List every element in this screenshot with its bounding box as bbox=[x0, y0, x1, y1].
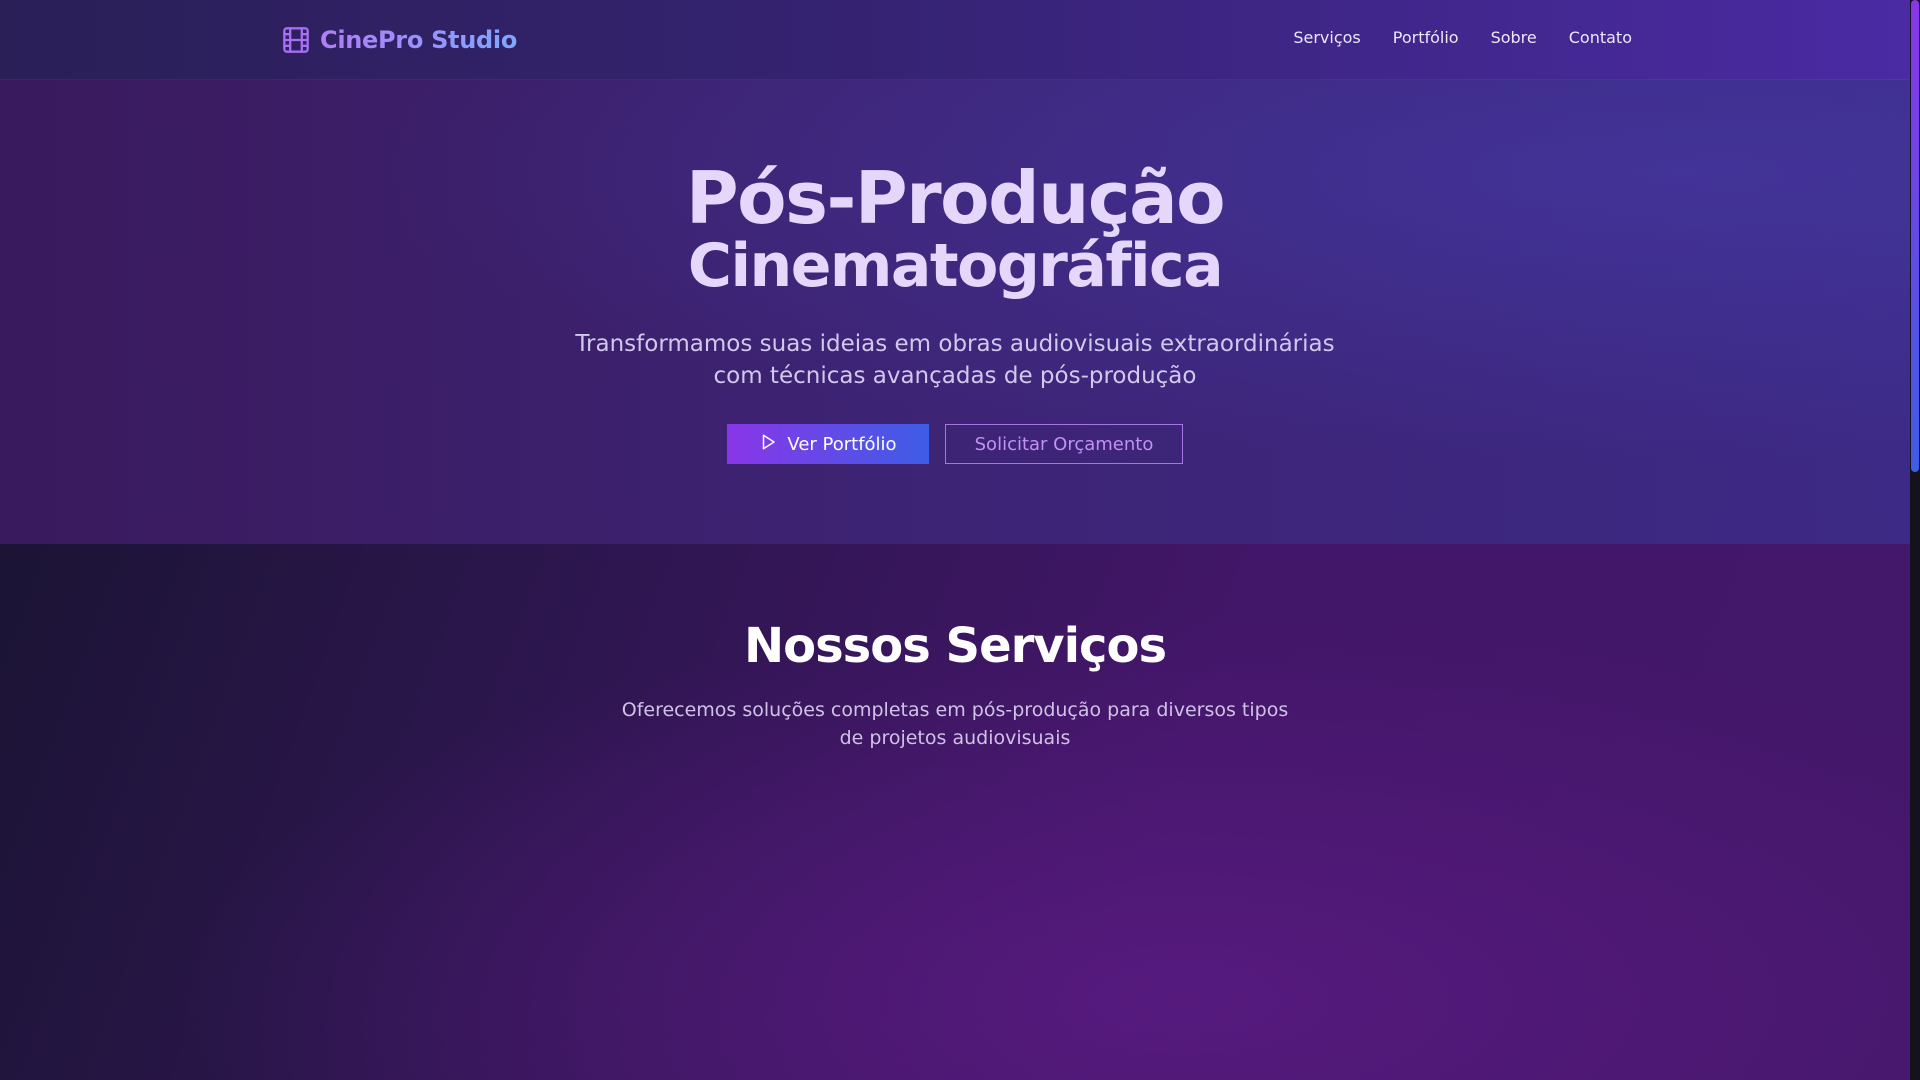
nav-link-portfolio[interactable]: Portfólio bbox=[1393, 28, 1459, 47]
hero-title-line2: Cinematográfica bbox=[687, 231, 1224, 301]
view-portfolio-button[interactable]: Ver Portfólio bbox=[727, 424, 929, 464]
hero-title-line1: Pós-Produção bbox=[685, 156, 1226, 240]
hero-subtitle-line1: Transformamos suas ideias em obras audio… bbox=[575, 331, 1335, 357]
page-scrollbar[interactable] bbox=[1910, 0, 1920, 1080]
hero-subtitle: Transformamos suas ideias em obras audio… bbox=[0, 328, 1910, 392]
hero-title: Pós-Produção Cinematográfica bbox=[0, 156, 1910, 300]
nav-link-about[interactable]: Sobre bbox=[1491, 28, 1537, 47]
scrollbar-thumb[interactable] bbox=[1911, 0, 1919, 472]
nav-link-services[interactable]: Serviços bbox=[1293, 28, 1360, 47]
request-quote-button[interactable]: Solicitar Orçamento bbox=[945, 424, 1183, 464]
hero-subtitle-line2: com técnicas avançadas de pós-produção bbox=[713, 363, 1197, 389]
page: CinePro Studio Serviços Portfólio Sobre … bbox=[0, 0, 1920, 1080]
film-icon bbox=[282, 26, 310, 54]
services-subtitle-line1: Oferecemos soluções completas em pós-pro… bbox=[621, 699, 1289, 721]
main-nav: Serviços Portfólio Sobre Contato bbox=[1293, 28, 1632, 47]
brand-name: CinePro Studio bbox=[320, 26, 518, 54]
hero-actions: Ver Portfólio Solicitar Orçamento bbox=[0, 424, 1910, 464]
site-header: CinePro Studio Serviços Portfólio Sobre … bbox=[0, 0, 1910, 80]
services-subtitle-line2: de projetos audiovisuais bbox=[839, 727, 1071, 749]
services-subtitle: Oferecemos soluções completas em pós-pro… bbox=[0, 696, 1910, 752]
brand-logo[interactable]: CinePro Studio bbox=[282, 24, 517, 56]
view-portfolio-label: Ver Portfólio bbox=[787, 433, 897, 455]
nav-link-contact[interactable]: Contato bbox=[1569, 28, 1632, 47]
services-section: Nossos Serviços Oferecemos soluções comp… bbox=[0, 544, 1910, 1080]
hero-section: Pós-Produção Cinematográfica Transformam… bbox=[0, 80, 1910, 544]
services-title: Nossos Serviços bbox=[743, 618, 1167, 674]
play-icon bbox=[759, 433, 777, 456]
